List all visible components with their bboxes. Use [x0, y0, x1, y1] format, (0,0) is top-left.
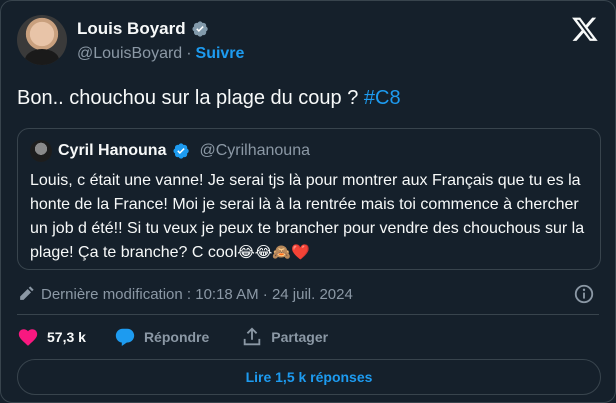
tweet-text: Bon.. chouchou sur la plage du coup ? #C… — [17, 86, 401, 110]
tweet-body: Bon.. chouchou sur la plage du coup ? — [17, 87, 364, 109]
author-name-row: Louis Boyard — [77, 19, 209, 39]
reply-bubble-icon — [115, 328, 135, 346]
quoted-tweet-header: Cyril Hanouna @Cyrilhanouna — [30, 140, 310, 162]
quoted-author-avatar — [30, 140, 52, 162]
quoted-tweet-text: Louis, c était une vanne! Je serai tjs l… — [30, 169, 590, 265]
tweet-header: Louis Boyard @LouisBoyard · Suivre — [17, 13, 599, 73]
verified-badge-icon — [192, 21, 208, 37]
reply-button[interactable]: Répondre — [114, 326, 209, 348]
action-bar: 57,3 k Répondre Partager — [17, 325, 360, 349]
emoji-laughing: 😂 — [237, 244, 255, 261]
reply-label: Répondre — [143, 329, 210, 345]
follow-button[interactable]: Suivre — [196, 45, 245, 63]
edit-metadata: Dernière modification : 10:18 AM · 24 ju… — [17, 283, 601, 305]
like-count: 57,3 k — [47, 329, 86, 345]
quoted-author-name: Cyril Hanouna — [58, 142, 167, 159]
like-button[interactable]: 57,3 k — [17, 326, 86, 348]
emoji-red-heart: ❤️ — [291, 244, 310, 261]
pencil-icon — [20, 286, 34, 300]
quoted-author-handle: @Cyrilhanouna — [199, 142, 310, 159]
verified-badge-icon — [173, 143, 190, 159]
emoji-see-no-evil-monkey: 🙈 — [272, 244, 291, 261]
tweet-embed-card: Louis Boyard @LouisBoyard · Suivre Bon..… — [0, 0, 616, 403]
heart-icon — [18, 329, 38, 346]
author-avatar[interactable] — [17, 15, 67, 65]
read-replies-button[interactable]: Lire 1,5 k réponses — [17, 359, 601, 395]
author-handle-row: @LouisBoyard · Suivre — [77, 45, 244, 63]
author-display-name[interactable]: Louis Boyard — [77, 19, 186, 39]
edited-timestamp[interactable]: Dernière modification : 10:18 AM · 24 ju… — [41, 286, 353, 303]
quoted-tweet[interactable]: Cyril Hanouna @Cyrilhanouna Louis, c éta… — [17, 128, 601, 270]
info-icon[interactable] — [573, 283, 595, 305]
share-label: Partager — [271, 329, 329, 345]
separator-dot: · — [186, 45, 192, 62]
author-handle[interactable]: @LouisBoyard — [77, 45, 182, 63]
emoji-laughing: 😂 — [254, 244, 273, 261]
share-button[interactable]: Partager — [241, 326, 328, 348]
x-logo-icon[interactable] — [571, 15, 599, 43]
divider — [17, 314, 599, 315]
hashtag-link[interactable]: #C8 — [364, 87, 401, 109]
share-icon — [244, 327, 261, 346]
